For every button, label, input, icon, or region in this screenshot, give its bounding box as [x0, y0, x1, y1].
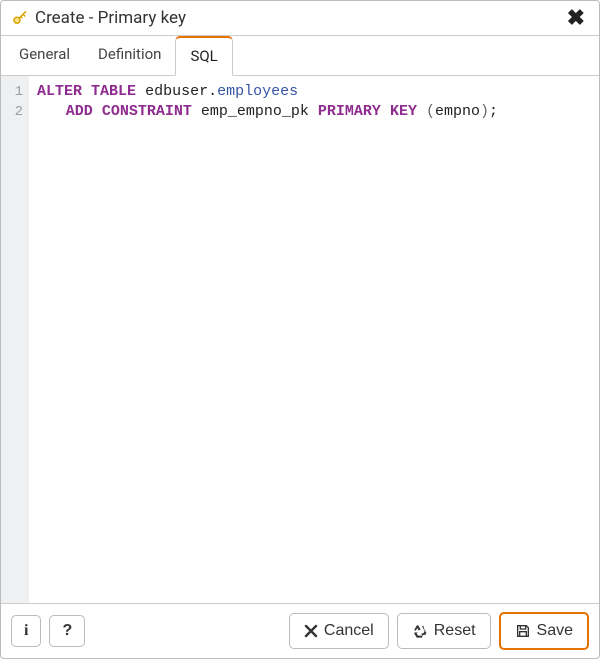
- help-icon: ?: [62, 622, 72, 640]
- close-icon: [304, 624, 318, 638]
- line-number: 1: [1, 82, 23, 102]
- cancel-label: Cancel: [324, 622, 374, 640]
- footer: i ? Cancel Reset Save: [1, 603, 599, 658]
- tab-sql[interactable]: SQL: [175, 36, 232, 76]
- dialog-create-primary-key: Create - Primary key ✖ General Definitio…: [0, 0, 600, 659]
- editor-gutter: 12: [1, 76, 29, 603]
- titlebar: Create - Primary key ✖: [1, 1, 599, 36]
- info-icon: i: [24, 622, 28, 640]
- code-line: ALTER TABLE edbuser.employees: [37, 82, 591, 102]
- reset-button[interactable]: Reset: [397, 613, 491, 649]
- editor-code[interactable]: ALTER TABLE edbuser.employeesADD CONSTRA…: [29, 76, 599, 603]
- save-label: Save: [537, 622, 573, 640]
- tab-definition[interactable]: Definition: [84, 36, 175, 75]
- sql-editor[interactable]: 12 ALTER TABLE edbuser.employeesADD CONS…: [1, 76, 599, 603]
- recycle-icon: [412, 623, 428, 639]
- line-number: 2: [1, 102, 23, 122]
- save-icon: [515, 623, 531, 639]
- help-button[interactable]: ?: [49, 615, 85, 647]
- info-button[interactable]: i: [11, 615, 41, 647]
- key-icon: [11, 9, 29, 27]
- code-line: ADD CONSTRAINT emp_empno_pk PRIMARY KEY …: [37, 102, 591, 122]
- close-button[interactable]: ✖: [563, 7, 589, 29]
- tabs: General Definition SQL: [1, 36, 599, 76]
- cancel-button[interactable]: Cancel: [289, 613, 389, 649]
- save-button[interactable]: Save: [499, 612, 589, 650]
- tab-general[interactable]: General: [5, 36, 84, 75]
- dialog-title: Create - Primary key: [35, 8, 563, 28]
- reset-label: Reset: [434, 622, 476, 640]
